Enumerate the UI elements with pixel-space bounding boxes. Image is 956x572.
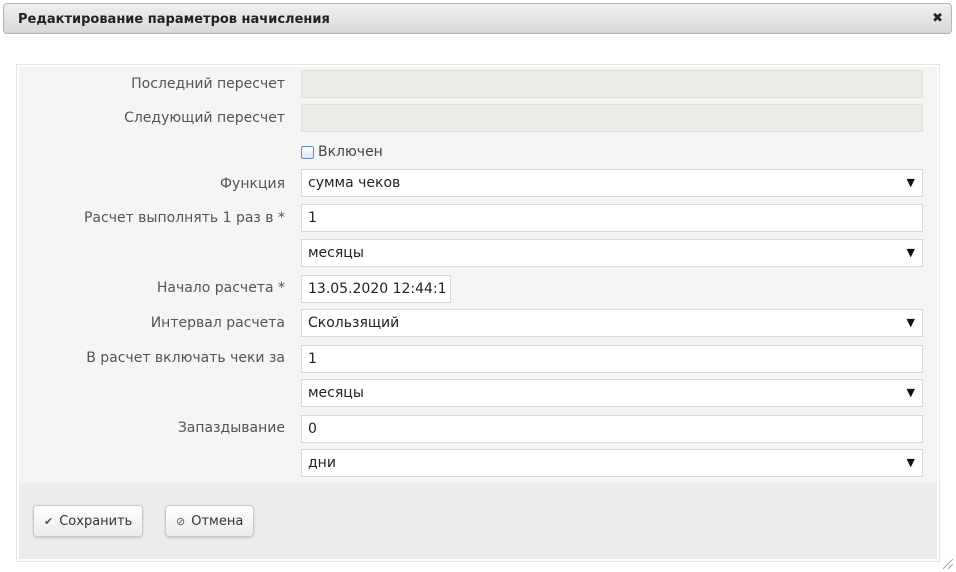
last-recalc-field [301, 70, 923, 98]
run-every-label: Расчет выполнять 1 раз в * [83, 210, 285, 226]
interval-select[interactable]: Скользящий ▼ [301, 309, 923, 337]
dialog-titlebar[interactable]: Редактирование параметров начисления ✖ [3, 3, 952, 34]
function-select[interactable]: сумма чеков ▼ [301, 169, 923, 197]
function-label: Функция [220, 176, 285, 192]
include-unit-select[interactable]: месяцы ▼ [301, 379, 923, 407]
next-recalc-label: Следующий пересчет [124, 110, 285, 126]
start-datetime-input[interactable]: 13.05.2020 12:44:1 [301, 275, 451, 303]
close-icon[interactable]: ✖ [932, 11, 943, 26]
resize-handle-icon[interactable] [943, 559, 953, 569]
save-button[interactable]: ✔ Сохранить [33, 505, 144, 537]
cancel-icon: ⊘ [176, 514, 186, 528]
delay-label: Запаздывание [177, 420, 285, 436]
run-every-unit-value: месяцы [308, 245, 364, 261]
start-label: Начало расчета * [156, 280, 285, 296]
enabled-label[interactable]: Включен [318, 144, 383, 160]
function-select-value: сумма чеков [308, 175, 401, 191]
checkmark-icon: ✔ [44, 514, 54, 528]
cancel-button-label: Отмена [191, 513, 244, 529]
delay-unit-value: дни [308, 455, 336, 471]
dialog-footer: ✔ Сохранить ⊘ Отмена [19, 483, 937, 559]
last-recalc-label: Последний пересчет [131, 76, 285, 92]
enabled-checkbox-row[interactable]: Включен [301, 143, 383, 161]
interval-select-value: Скользящий [308, 315, 400, 331]
dropdown-arrow-icon: ▼ [906, 176, 915, 189]
dialog-content: Последний пересчет Следующий пересчет Вк… [16, 64, 940, 562]
delay-unit-select[interactable]: дни ▼ [301, 449, 923, 477]
run-every-unit-select[interactable]: месяцы ▼ [301, 239, 923, 267]
dropdown-arrow-icon: ▼ [906, 386, 915, 399]
cancel-button[interactable]: ⊘ Отмена [165, 505, 255, 537]
next-recalc-field [301, 104, 923, 132]
include-unit-value: месяцы [308, 385, 364, 401]
dropdown-arrow-icon: ▼ [906, 316, 915, 329]
include-input[interactable]: 1 [301, 345, 923, 373]
include-label: В расчет включать чеки за [86, 350, 285, 366]
dropdown-arrow-icon: ▼ [906, 246, 915, 259]
interval-label: Интервал расчета [150, 315, 285, 331]
dropdown-arrow-icon: ▼ [906, 456, 915, 469]
run-every-input[interactable]: 1 [301, 204, 923, 232]
enabled-checkbox[interactable] [301, 145, 314, 159]
save-button-label: Сохранить [59, 513, 133, 529]
edit-accrual-dialog: Редактирование параметров начисления ✖ П… [0, 0, 956, 572]
accrual-form: Последний пересчет Следующий пересчет Вк… [19, 67, 937, 483]
delay-input[interactable]: 0 [301, 415, 923, 443]
dialog-title: Редактирование параметров начисления [18, 12, 330, 27]
